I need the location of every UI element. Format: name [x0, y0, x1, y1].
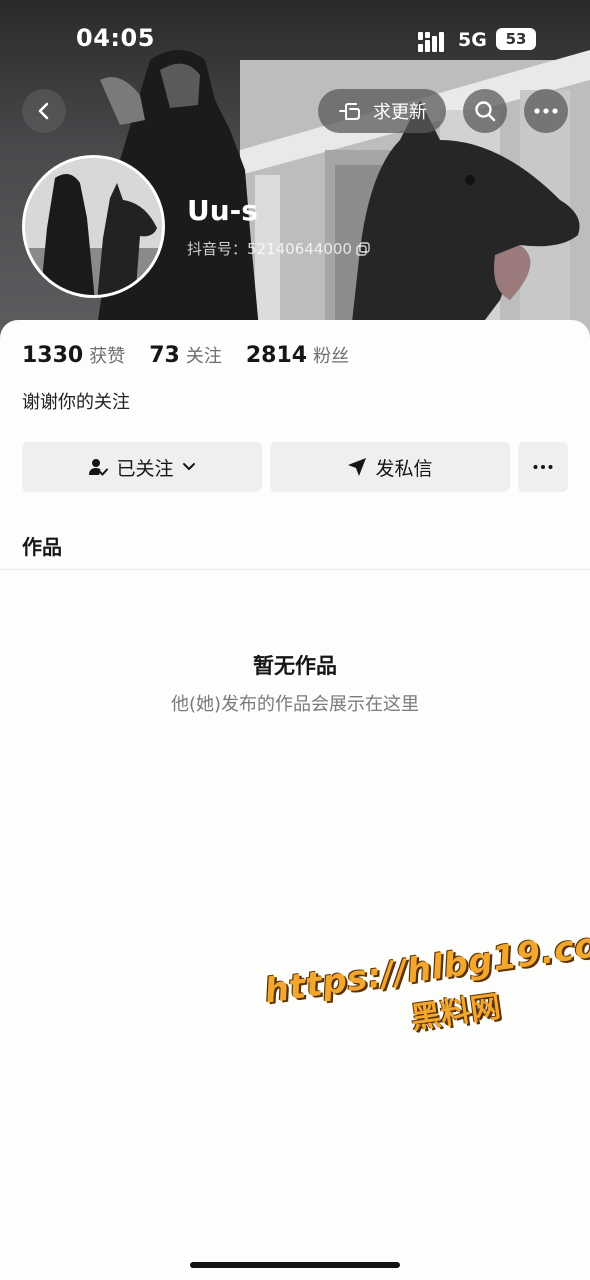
network-type: 5G — [458, 29, 487, 51]
avatar[interactable] — [22, 155, 165, 298]
stat-followers[interactable]: 2814 粉丝 — [246, 342, 349, 368]
send-message-label: 发私信 — [375, 457, 433, 480]
empty-state-title: 暂无作品 — [253, 654, 337, 678]
send-message-button[interactable]: 发私信 — [270, 442, 510, 492]
home-indicator[interactable] — [190, 1262, 400, 1268]
bio-text: 谢谢你的关注 — [22, 392, 130, 413]
action-buttons: 已关注 发私信 — [22, 442, 568, 492]
profile-card: 1330 获赞 73 关注 2814 粉丝 谢谢你的关注 已关注 发私信 作品 … — [0, 320, 590, 1280]
back-button[interactable] — [22, 89, 66, 133]
more-icon — [534, 108, 558, 114]
more-actions-button[interactable] — [518, 442, 568, 492]
back-icon — [38, 102, 49, 120]
send-icon — [348, 458, 367, 476]
divider — [0, 569, 590, 570]
request-update-label: 求更新 — [373, 102, 427, 123]
request-update-button[interactable]: 求更新 — [318, 89, 446, 133]
tab-works[interactable]: 作品 — [22, 531, 62, 560]
empty-state-subtitle: 他(她)发布的作品会展示在这里 — [170, 694, 420, 715]
douyin-id-row[interactable]: 抖音号：52140644000 — [187, 238, 370, 259]
more-button[interactable] — [524, 89, 568, 133]
search-icon — [475, 101, 496, 122]
hand-icon — [339, 103, 360, 120]
stats-row: 1330 获赞 73 关注 2814 粉丝 — [22, 342, 373, 368]
search-button[interactable] — [463, 89, 507, 133]
stat-label: 粉丝 — [313, 346, 350, 367]
username: Uu-s — [187, 194, 258, 227]
more-icon — [533, 465, 553, 469]
followed-button[interactable]: 已关注 — [22, 442, 262, 492]
stat-value: 2814 — [245, 343, 308, 368]
douyin-id: 抖音号：52140644000 — [187, 240, 352, 258]
cellular-signal-icon — [418, 32, 444, 52]
stat-label: 获赞 — [89, 346, 126, 367]
battery-icon: 53 — [496, 28, 536, 50]
stat-following[interactable]: 73 关注 — [149, 342, 222, 368]
user-check-icon — [89, 459, 109, 476]
status-time: 04:05 — [76, 24, 155, 52]
stat-value: 1330 — [22, 343, 84, 368]
stat-label: 关注 — [185, 346, 222, 367]
stat-value: 73 — [149, 343, 180, 368]
stat-likes[interactable]: 1330 获赞 — [22, 342, 125, 368]
status-bar: 04:05 5G 53 — [0, 0, 590, 80]
avatar-image — [25, 158, 162, 295]
copy-icon[interactable] — [356, 241, 370, 256]
followed-label: 已关注 — [116, 457, 174, 480]
chevron-down-icon — [182, 463, 195, 470]
